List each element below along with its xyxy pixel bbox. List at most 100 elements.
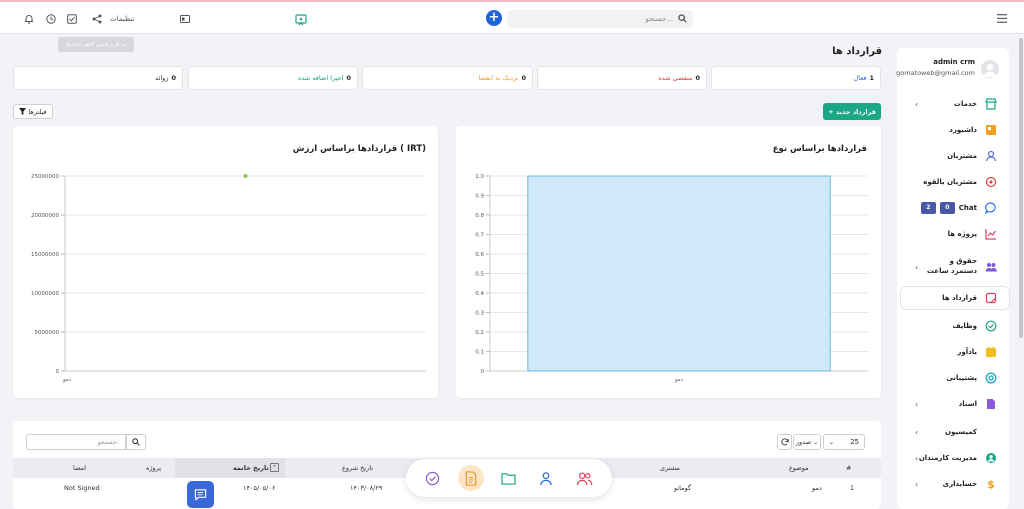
sidebar-item-user[interactable]: مشتریان: [897, 144, 1009, 168]
y-tick-label: 0.6: [475, 252, 484, 258]
bar-chart: 1.0 0.9 0.8 0.7 0.6 0.5 0.4 0.3 0.2 0.1 0 دمو: [475, 174, 868, 383]
y-tick-label: 0.5: [475, 272, 484, 278]
chevron-down-icon: ⌄: [813, 438, 819, 446]
id-card-icon[interactable]: [179, 14, 191, 24]
page-title: قرارداد ها: [832, 46, 882, 57]
y-tick-label: 0: [56, 369, 60, 375]
stat-expired[interactable]: منقضی شده 0: [537, 66, 707, 90]
filter-icon: [19, 108, 27, 115]
page-size-select[interactable]: ⌄ 25: [823, 434, 865, 450]
y-tick-label: 5000000: [35, 330, 60, 336]
sidebar-item-document[interactable]: ‹ اسناد: [897, 392, 1009, 416]
sidebar-item-label: مشتریان: [947, 152, 977, 160]
team-dock-icon[interactable]: [575, 469, 593, 487]
folder-dock-icon[interactable]: [499, 469, 517, 487]
cell-start-date: ۱۴۰۳/۰۸/۲۹: [350, 484, 383, 492]
column-header-start-date[interactable]: تاریخ شروع: [342, 458, 373, 478]
filters-button[interactable]: فیلترها: [13, 104, 53, 119]
filters-label: فیلترها: [28, 107, 47, 116]
team-icon: [985, 261, 997, 273]
clock-icon[interactable]: [45, 13, 57, 25]
column-header-signature[interactable]: امضا: [73, 458, 86, 478]
column-header-subject[interactable]: موضوع: [789, 458, 809, 478]
user-icon: [985, 150, 997, 162]
commission-icon: [985, 426, 997, 438]
export-button[interactable]: صدور ⌄: [793, 434, 821, 450]
sidebar-item-check-circle[interactable]: وظایف: [897, 314, 1009, 338]
stat-active[interactable]: فعال 1: [711, 66, 881, 90]
settings-label[interactable]: تنظیمات: [110, 15, 135, 23]
dollar-icon: $: [985, 478, 997, 491]
user-email: gomatoweb@gmail.com: [896, 69, 975, 77]
refresh-button[interactable]: [777, 434, 792, 450]
x-tick-label: دمو: [674, 377, 684, 383]
dashboard-icon: [985, 124, 997, 136]
chevron-left-icon: ‹: [915, 99, 919, 109]
search-placeholder: جستجو...: [645, 15, 673, 23]
y-tick-label: 0.7: [475, 233, 484, 239]
column-header-customer[interactable]: مشتری: [660, 458, 680, 478]
sort-icon[interactable]: ^: [270, 463, 279, 472]
tasks-dock-icon[interactable]: [423, 469, 441, 487]
stat-count: 1: [869, 74, 874, 82]
column-header-project[interactable]: پروژه: [146, 458, 161, 478]
bell-icon[interactable]: [23, 13, 35, 25]
sidebar-item-label: اسناد: [958, 400, 977, 408]
sidebar-item-dashboard[interactable]: داشبورد: [897, 118, 1009, 142]
sidebar-item-label: مدیریت کارمندان: [918, 454, 977, 462]
contracts-dock-icon[interactable]: [458, 465, 484, 491]
cell-signature: Not Signed: [64, 484, 100, 492]
sidebar-item-team[interactable]: ‹ حقوق و دستمزد ساعت: [897, 252, 1009, 282]
sidebar-item-dollar[interactable]: ‹ حسابداری $: [897, 472, 1009, 496]
sidebar: admin crm gomatoweb@gmail.com ‹ خدمات داشب…: [896, 48, 1010, 509]
hamburger-menu-icon[interactable]: [996, 12, 1008, 24]
cell-end-date: ۱۴۰۵/۰۵/۰۶: [243, 484, 276, 492]
y-tick-label: 20000000: [31, 213, 59, 219]
sidebar-item-contract[interactable]: قرارداد ها: [900, 286, 1010, 310]
chat-icon: [984, 202, 997, 215]
global-search-input[interactable]: جستجو...: [507, 10, 693, 28]
share-icon[interactable]: [91, 13, 103, 25]
stat-count: 0: [695, 74, 700, 82]
sidebar-item-support[interactable]: پشتیبانی: [897, 366, 1009, 390]
stat-recently-added[interactable]: اخیرا اضافه شده 0: [188, 66, 358, 90]
y-tick-label: 25000000: [31, 174, 59, 180]
chat-icon: [194, 489, 207, 501]
stat-near-expiry[interactable]: نزدیک به انقضا 0: [362, 66, 533, 90]
sidebar-item-label: حسابداری: [942, 480, 977, 488]
avatar[interactable]: [981, 60, 999, 78]
table-search-placeholder: جستجو:: [97, 438, 119, 446]
table-search-input[interactable]: جستجو:: [26, 434, 126, 450]
sidebar-item-commission[interactable]: ‹ کمیسیون: [897, 420, 1009, 444]
sidebar-item-employees[interactable]: ‹ مدیریت کارمندان: [897, 446, 1009, 470]
sidebar-item-target[interactable]: مشتریان بالقوه: [897, 170, 1009, 194]
sidebar-item-reminder[interactable]: یادآور: [897, 340, 1009, 364]
y-tick-label: 0.8: [475, 213, 484, 219]
document-icon: [985, 398, 997, 410]
search-icon[interactable]: [676, 12, 688, 24]
cell-subject[interactable]: دمو: [812, 480, 822, 496]
column-header-num[interactable]: #: [846, 458, 851, 478]
chat-button[interactable]: [187, 481, 214, 508]
scrollbar-thumb[interactable]: [1019, 38, 1023, 338]
column-header-end-date[interactable]: تاریخ خاتمه: [233, 458, 269, 478]
chevron-left-icon: ‹: [915, 453, 919, 463]
stat-trash[interactable]: زوائد 0: [13, 66, 183, 90]
scatter-chart: 25000000 20000000 15000000 10000000 5000000 0…: [31, 174, 426, 383]
y-tick-label: 10000000: [31, 291, 59, 297]
sidebar-item-chat[interactable]: 2 0 Chat: [897, 196, 1009, 220]
new-contract-button[interactable]: + قرارداد جدید: [823, 103, 881, 120]
quick-create-button[interactable]: +: [486, 10, 502, 26]
stat-label: منقضی شده: [658, 74, 693, 82]
cell-customer[interactable]: گوماتو: [674, 480, 691, 496]
sidebar-item-store[interactable]: ‹ خدمات: [897, 92, 1009, 116]
sidebar-item-label: قرارداد ها: [942, 294, 977, 302]
table-search-button[interactable]: [126, 434, 146, 450]
check-circle-icon: [985, 320, 997, 332]
checkbox-icon[interactable]: [66, 13, 78, 25]
announcement-icon[interactable]: [294, 13, 308, 27]
user-dock-icon[interactable]: [537, 469, 555, 487]
export-label: صدور: [795, 438, 812, 446]
x-tick-label: دمو: [62, 377, 72, 383]
sidebar-item-chart[interactable]: پروژه ها: [897, 222, 1009, 246]
